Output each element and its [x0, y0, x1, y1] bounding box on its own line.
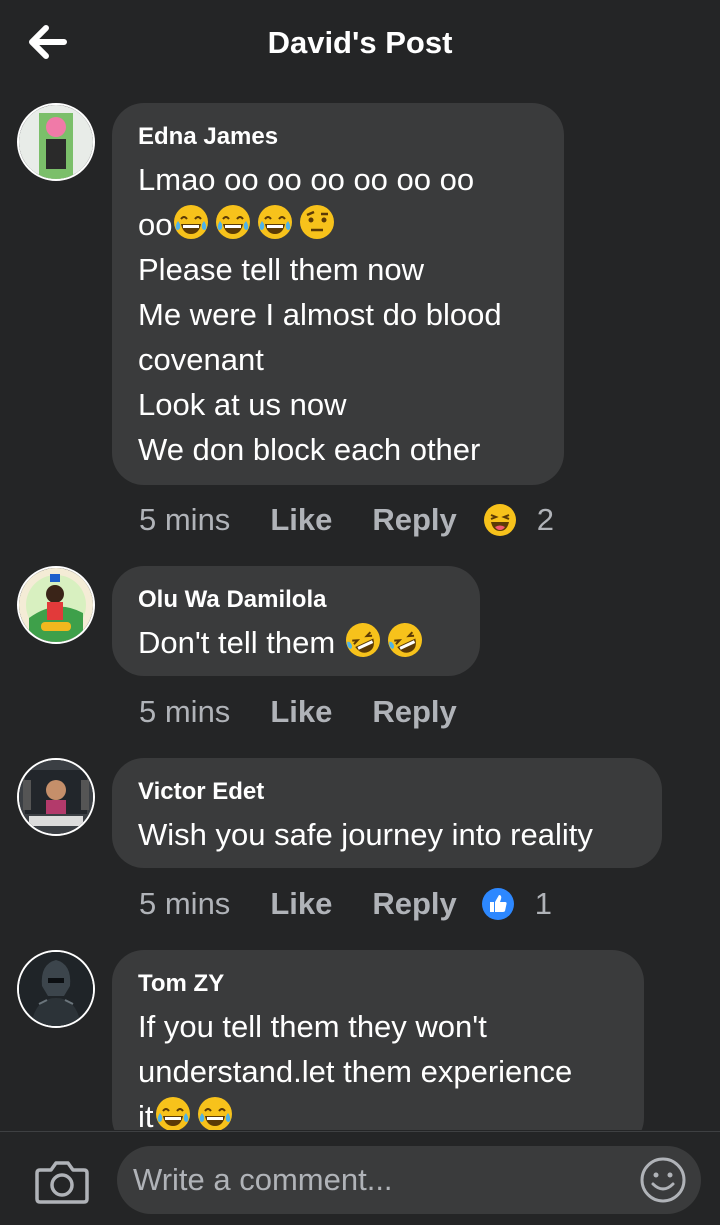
tears-of-joy-emoji-icon [154, 1095, 192, 1130]
camera-icon[interactable] [34, 1156, 90, 1206]
comment-thread[interactable]: Edna James Lmao oo oo oo oo oo oo oo Ple… [0, 0, 720, 1130]
comment-text-line: We don block each other [138, 432, 481, 467]
reply-button[interactable]: Reply [372, 694, 456, 730]
like-button[interactable]: Like [270, 694, 332, 730]
comment-author[interactable]: Olu Wa Damilola [138, 586, 454, 614]
rolling-laughing-emoji-icon [386, 621, 424, 659]
comment-text-line: covenant [138, 342, 264, 377]
comment-author[interactable]: Victor Edet [138, 778, 636, 806]
tears-of-joy-emoji-icon [172, 203, 210, 241]
comment-bubble: Olu Wa Damilola Don't tell them [112, 566, 480, 676]
reaction-count[interactable]: 2 [537, 502, 554, 538]
tears-of-joy-emoji-icon [256, 203, 294, 241]
comment-text-line: If you tell them they won't [138, 1009, 487, 1044]
avatar-olu[interactable] [17, 566, 95, 644]
rolling-laughing-emoji-icon [344, 621, 382, 659]
comment-bubble: Tom ZY If you tell them they won't under… [112, 950, 644, 1130]
tears-of-joy-emoji-icon [214, 203, 252, 241]
reply-button[interactable]: Reply [372, 886, 456, 922]
comment-input-wrapper [117, 1146, 701, 1214]
comment-text-line: Don't tell them [138, 620, 454, 665]
comment-time: 5 mins [139, 502, 231, 537]
comment-text-line: Lmao oo oo oo oo oo oo [138, 162, 475, 197]
comment-bubble: Victor Edet Wish you safe journey into r… [112, 758, 662, 868]
comment-text-line: Please tell them now [138, 252, 425, 287]
avatar-tom[interactable] [17, 950, 95, 1028]
like-reaction-icon[interactable] [481, 887, 515, 921]
comment-text-line: it [138, 1094, 618, 1130]
avatar-victor[interactable] [17, 758, 95, 836]
tears-of-joy-emoji-icon [196, 1095, 234, 1130]
comment-author[interactable]: Edna James [138, 123, 538, 151]
comment-composer [0, 1131, 720, 1225]
comment-actions: 5 mins Like Reply [139, 692, 497, 732]
haha-reaction-icon[interactable] [483, 503, 517, 537]
comment-bubble: Edna James Lmao oo oo oo oo oo oo oo Ple… [112, 103, 564, 485]
smiley-icon[interactable] [639, 1156, 687, 1204]
comment-time: 5 mins [139, 694, 231, 729]
comment-author[interactable]: Tom ZY [138, 970, 618, 998]
avatar-edna[interactable] [17, 103, 95, 181]
comment-text-line: oo [138, 202, 538, 247]
comment-text-line: Me were I almost do blood [138, 297, 502, 332]
comment-input[interactable] [131, 1161, 639, 1199]
comment-time: 5 mins [139, 886, 231, 921]
reaction-count[interactable]: 1 [535, 886, 552, 922]
comment-text-line: understand.let them experience [138, 1054, 573, 1089]
like-button[interactable]: Like [270, 502, 332, 538]
raised-eyebrow-emoji-icon [298, 203, 336, 241]
reply-button[interactable]: Reply [372, 502, 456, 538]
comment-text-line: Wish you safe journey into reality [138, 817, 593, 852]
like-button[interactable]: Like [270, 886, 332, 922]
comment-actions: 5 mins Like Reply 1 [139, 884, 552, 924]
comment-actions: 5 mins Like Reply 2 [139, 500, 554, 540]
comment-text-line: Look at us now [138, 387, 347, 422]
